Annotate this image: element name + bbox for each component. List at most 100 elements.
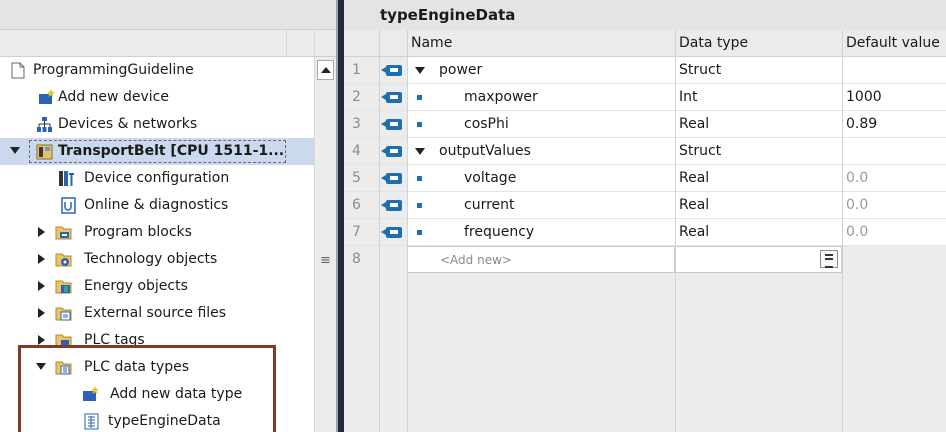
interface-icon [381,65,402,76]
tree-item-label: ProgrammingGuideline [33,62,194,78]
table-row[interactable]: 6 current Real 0.0 [344,192,946,219]
tree-item-label: Add new device [58,89,169,105]
row-number: 3 [344,111,379,138]
project-tree: ProgrammingGuideline Add new device Devi… [0,0,336,432]
type-list-button-icon[interactable] [820,250,838,268]
tree-item-label: Technology objects [84,251,218,267]
tree-item-label: External source files [84,305,227,321]
expand-icon[interactable] [38,335,45,345]
column-header-name[interactable]: Name [407,30,675,57]
scroll-up-button[interactable] [317,60,334,80]
column-divider [379,30,380,432]
column-header-default-value[interactable]: Default value [842,30,946,57]
row-name[interactable]: current [464,192,515,218]
tree-item-devices-networks[interactable]: Devices & networks [0,111,336,138]
add-new-type-cell[interactable] [675,246,842,273]
interface-icon [381,146,402,157]
interface-icon [381,92,402,103]
expand-icon[interactable] [38,281,45,291]
add-device-icon [39,89,55,104]
tree-item-project[interactable]: ProgrammingGuideline [0,57,336,84]
editor-title: typeEngineData [344,0,946,30]
folder-blocks-icon [55,226,72,240]
expand-icon[interactable] [38,254,45,264]
tree-item-device-configuration[interactable]: Device configuration [0,165,336,192]
row-default-value[interactable] [842,57,946,84]
scroll-grip-icon[interactable]: ≡ [320,254,331,267]
row-data-type[interactable]: Real [675,192,842,219]
column-divider [675,30,676,432]
tree-item-label: Energy objects [84,278,188,294]
row-default-value[interactable]: 0.89 [842,111,946,138]
row-data-type[interactable]: Struct [675,57,842,84]
interface-icon [381,119,402,130]
table-row[interactable]: 4 outputValues Struct [344,138,946,165]
tree-item-label: Program blocks [84,224,192,240]
tree-item-technology-objects[interactable]: Technology objects [0,246,336,273]
network-icon [37,117,52,132]
row-default-value[interactable]: 0.0 [842,165,946,192]
row-default-value[interactable] [842,138,946,165]
table-row[interactable]: 1 power Struct [344,57,946,84]
row-name[interactable]: power [439,57,482,83]
collapse-icon[interactable] [10,147,20,154]
folder-technology-icon [55,253,72,267]
data-type-table: Name Data type Default value 1 power Str… [344,30,946,273]
interface-icon [381,200,402,211]
row-number: 2 [344,84,379,111]
tree-item-online-diagnostics[interactable]: Online & diagnostics [0,192,336,219]
row-name[interactable]: cosPhi [464,111,509,137]
table-row[interactable]: 5 voltage Real 0.0 [344,165,946,192]
tree-item-label: Devices & networks [58,116,198,132]
tree-title-bar [0,0,336,30]
expand-icon[interactable] [38,308,45,318]
row-name[interactable]: outputValues [439,138,531,164]
focus-rectangle [29,140,286,163]
table-row[interactable]: 2 maxpower Int 1000 [344,84,946,111]
row-name[interactable]: voltage [464,165,516,191]
table-row[interactable]: 7 frequency Real 0.0 [344,219,946,246]
tree-header [0,30,336,57]
element-bullet-icon [417,203,422,208]
row-data-type[interactable]: Real [675,111,842,138]
row-name[interactable]: maxpower [464,84,538,110]
row-name[interactable]: frequency [464,219,534,245]
element-bullet-icon [417,230,422,235]
data-type-editor: typeEngineData Name Data type Default va… [344,0,946,432]
row-number: 7 [344,219,379,246]
add-new-row[interactable]: 8 <Add new> [344,246,946,273]
pane-splitter[interactable] [336,0,344,432]
collapse-icon[interactable] [415,148,425,155]
folder-source-icon [55,307,72,321]
tree-scrollbar[interactable]: ≡ [314,57,336,432]
row-default-value[interactable]: 1000 [842,84,946,111]
row-default-value[interactable]: 0.0 [842,192,946,219]
row-number: 6 [344,192,379,219]
row-data-type[interactable]: Real [675,219,842,246]
row-default-value[interactable]: 0.0 [842,219,946,246]
table-header: Name Data type Default value [344,30,946,57]
highlight-frame [18,345,276,432]
column-header-data-type[interactable]: Data type [675,30,842,57]
row-data-type[interactable]: Real [675,165,842,192]
tree-item-add-new-device[interactable]: Add new device [0,84,336,111]
table-row[interactable]: 3 cosPhi Real 0.89 [344,111,946,138]
tree-item-transportbelt[interactable]: TransportBelt [CPU 1511-1... [0,138,336,165]
folder-energy-icon [55,280,72,294]
tree-item-external-source-files[interactable]: External source files [0,300,336,327]
row-number: 1 [344,57,379,84]
tree-item-energy-objects[interactable]: Energy objects [0,273,336,300]
element-bullet-icon [417,95,422,100]
expand-icon[interactable] [38,227,45,237]
row-data-type[interactable]: Int [675,84,842,111]
add-new-input[interactable]: <Add new> [407,246,675,273]
row-number: 8 [352,251,361,267]
column-divider [842,30,843,432]
device-config-icon [59,171,74,186]
interface-icon [381,173,402,184]
row-data-type[interactable]: Struct [675,138,842,165]
tree-item-label: Online & diagnostics [84,197,229,213]
element-bullet-icon [417,122,422,127]
collapse-icon[interactable] [415,67,425,74]
tree-item-program-blocks[interactable]: Program blocks [0,219,336,246]
